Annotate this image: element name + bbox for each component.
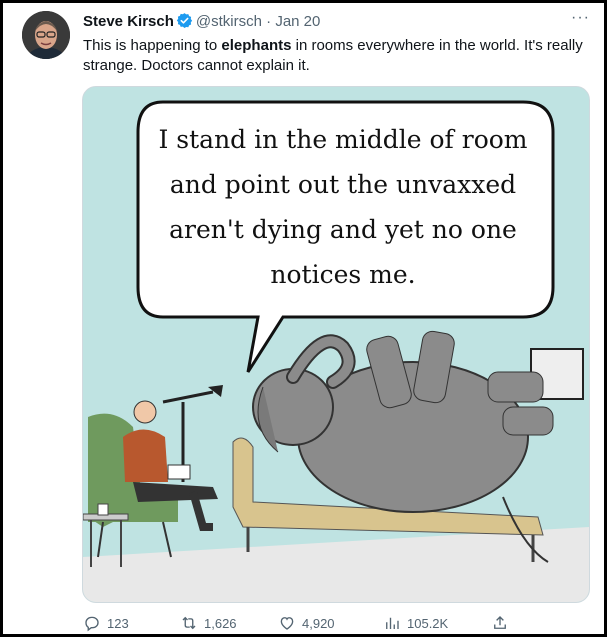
image-caption: I stand in the middle of room and point …	[158, 125, 528, 289]
like-count: 4,920	[302, 615, 335, 631]
tweet-header: Steve Kirsch @stkirsch · Jan 20	[83, 12, 320, 33]
like-button[interactable]: 4,920	[278, 614, 335, 632]
like-icon	[278, 614, 296, 632]
reply-button[interactable]: 123	[83, 614, 129, 632]
retweet-icon	[180, 614, 198, 632]
views-count: 105.2K	[407, 615, 449, 631]
views-icon	[383, 614, 401, 632]
timestamp[interactable]: Jan 20	[275, 13, 320, 30]
retweet-button[interactable]: 1,626	[180, 614, 237, 632]
avatar[interactable]	[22, 11, 70, 59]
tweet-text: This is happening to elephants in rooms …	[83, 37, 583, 74]
display-name[interactable]: Steve Kirsch	[83, 13, 174, 30]
separator: ·	[266, 13, 272, 30]
handle[interactable]: @stkirsch	[196, 13, 262, 30]
retweet-count: 1,626	[204, 615, 237, 631]
bold-keyword: elephants	[221, 37, 292, 54]
reply-icon	[83, 614, 101, 632]
tweet-image[interactable]: I stand in the middle of room and point …	[82, 86, 590, 603]
verified-badge-icon	[176, 12, 193, 33]
share-icon	[491, 614, 509, 632]
action-bar: 123 1,626 4,920 105.2K	[83, 614, 583, 636]
share-button[interactable]	[491, 614, 509, 632]
views-button[interactable]: 105.2K	[383, 614, 448, 632]
more-icon[interactable]: ···	[571, 9, 590, 27]
reply-count: 123	[107, 615, 129, 631]
tweet-card[interactable]: Steve Kirsch @stkirsch · Jan 20 ··· This …	[3, 3, 604, 634]
